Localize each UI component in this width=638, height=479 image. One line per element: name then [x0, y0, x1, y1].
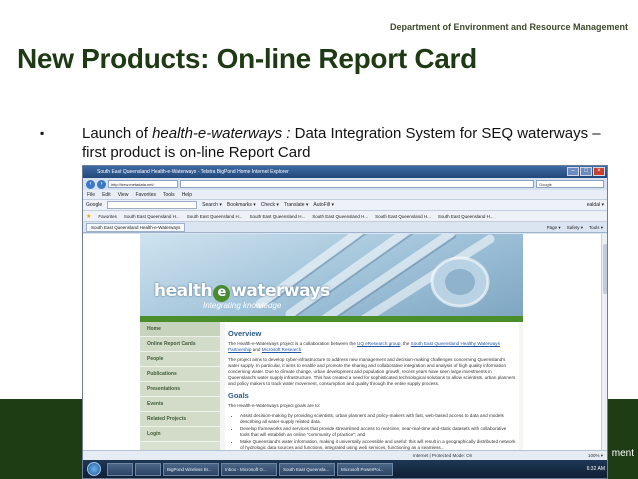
- bookmarks-button[interactable]: Bookmarks ▾: [227, 202, 256, 208]
- menu-file[interactable]: File: [87, 190, 95, 199]
- menu-edit[interactable]: Edit: [102, 190, 111, 199]
- slide-title: New Products: On-line Report Card: [17, 43, 477, 74]
- safety-menu-button[interactable]: Safety ▾: [567, 222, 583, 233]
- check-button[interactable]: Check ▾: [261, 202, 279, 208]
- menu-favorites[interactable]: Favorites: [135, 190, 156, 199]
- bullet-text-pre: Launch of: [82, 125, 153, 142]
- taskbar-item[interactable]: Microsoft PowerPoi...: [337, 462, 393, 476]
- goals-heading: Goals: [228, 391, 249, 400]
- system-clock[interactable]: 6:32 AM: [587, 460, 605, 478]
- tab-bar: South East Queensland Health-e-Waterways…: [83, 222, 607, 233]
- url-field[interactable]: http://hew.metadata.net/: [108, 180, 178, 188]
- address-field-area[interactable]: [180, 180, 534, 188]
- favorite-link[interactable]: South East Queensland H...: [187, 214, 243, 219]
- tab-active[interactable]: South East Queensland Health-e-Waterways: [86, 222, 186, 232]
- nav-item-home[interactable]: Home: [140, 322, 220, 337]
- page-viewport: health e waterways Integrating knowledge H…: [83, 234, 607, 478]
- favorites-button[interactable]: Favorites: [98, 214, 117, 219]
- footer-text: ment: [611, 448, 634, 459]
- website: health e waterways Integrating knowledge H…: [140, 234, 523, 478]
- site-logo[interactable]: health e waterways: [154, 281, 330, 302]
- nav-item-events[interactable]: Events: [140, 397, 220, 412]
- back-icon[interactable]: ‹: [86, 179, 95, 189]
- favorite-link[interactable]: South East Queensland H...: [250, 214, 306, 219]
- quicklaunch-item[interactable]: [135, 462, 161, 476]
- logo-e-icon: e: [213, 285, 231, 302]
- forward-icon[interactable]: ›: [97, 179, 106, 189]
- status-bar: Internet | Protected Mode: On 100% ▾: [83, 450, 607, 460]
- link-uq-eresearch[interactable]: UQ eResearch group: [357, 341, 400, 346]
- favorites-star-icon[interactable]: ★: [86, 213, 91, 220]
- autofill-button[interactable]: AutoFill ▾: [313, 202, 334, 208]
- overview-text: , the: [400, 341, 411, 346]
- overview-paragraph-1: The Health-e-Waterways project is a coll…: [228, 341, 516, 353]
- taskbar: BigPond Wireless Br... Inbox - Microsoft…: [83, 460, 607, 478]
- logo-text-health: health: [154, 281, 213, 301]
- department-name: Department of Environment and Resource M…: [389, 22, 628, 32]
- bullet-icon: ▪: [40, 126, 45, 140]
- scrollbar-thumb[interactable]: [603, 244, 607, 294]
- goal-item: Assist decision-making by providing scie…: [240, 413, 516, 425]
- menu-tools[interactable]: Tools: [163, 190, 175, 199]
- bullet-text: Launch of health-e-waterways : Data Inte…: [82, 124, 602, 162]
- goals-list: Assist decision-making by providing scie…: [228, 413, 516, 451]
- menu-help[interactable]: Help: [182, 190, 192, 199]
- nav-item-presentations[interactable]: Presentations: [140, 382, 220, 397]
- browser-screenshot: South East Queensland Health-e-Waterways…: [82, 165, 608, 479]
- bullet-text-italic: health-e-waterways :: [152, 125, 295, 142]
- favorite-link[interactable]: South East Queensland H...: [312, 214, 368, 219]
- minimize-icon[interactable]: –: [567, 167, 579, 176]
- nav-item-online-report-cards[interactable]: Online Report Cards: [140, 337, 220, 352]
- nav-item-publications[interactable]: Publications: [140, 367, 220, 382]
- start-button-icon[interactable]: [87, 462, 101, 476]
- overview-text: and: [251, 347, 262, 352]
- link-microsoft-research[interactable]: Microsoft Research: [262, 347, 302, 352]
- overview-paragraph-2: The project aims to develop cyber-infras…: [228, 357, 516, 386]
- goals-intro: The Health-e-Waterways project goals are…: [228, 403, 321, 408]
- overview-heading: Overview: [228, 329, 262, 338]
- translate-button[interactable]: Translate ▾: [284, 202, 309, 208]
- taskbar-item[interactable]: South East Queensla...: [279, 462, 335, 476]
- site-banner: health e waterways Integrating knowledge: [140, 234, 523, 316]
- close-icon[interactable]: ×: [593, 167, 605, 176]
- address-bar: ‹ › http://hew.metadata.net/ Google: [83, 178, 607, 190]
- google-search-input[interactable]: [107, 201, 198, 209]
- logo-text-waterways: waterways: [231, 281, 330, 301]
- tools-menu-button[interactable]: Tools ▾: [589, 222, 603, 233]
- overview-text: The Health-e-Waterways project is a coll…: [228, 341, 358, 346]
- maximize-icon[interactable]: □: [580, 167, 592, 176]
- google-search-button[interactable]: Search ▾: [202, 202, 222, 208]
- page-menu-button[interactable]: Page ▾: [547, 222, 561, 233]
- window-title: South East Queensland Health-e-Waterways…: [97, 169, 289, 175]
- overview-text: .: [301, 347, 303, 352]
- google-label: Google: [86, 202, 103, 208]
- favorite-link[interactable]: South East Queensland H...: [375, 214, 431, 219]
- window-titlebar: South East Queensland Health-e-Waterways…: [83, 166, 607, 178]
- quicklaunch-item[interactable]: [107, 462, 133, 476]
- goal-item: Develop frameworks and services that pro…: [240, 426, 516, 438]
- menu-view[interactable]: View: [118, 190, 129, 199]
- nav-item-people[interactable]: People: [140, 352, 220, 367]
- site-tagline: Integrating knowledge: [203, 301, 282, 310]
- search-input[interactable]: Google: [536, 180, 604, 188]
- nav-item-login[interactable]: Login: [140, 427, 220, 442]
- menu-bar: File Edit View Favorites Tools Help: [83, 190, 607, 200]
- taskbar-item[interactable]: Inbox - Microsoft O...: [221, 462, 277, 476]
- favorite-link[interactable]: South East Queensland H...: [124, 214, 180, 219]
- vertical-scrollbar[interactable]: [601, 234, 607, 478]
- water-pipes-image: [255, 234, 495, 316]
- favorite-link[interactable]: South East Queensland H...: [438, 214, 494, 219]
- nav-item-related-projects[interactable]: Related Projects: [140, 412, 220, 427]
- taskbar-item[interactable]: BigPond Wireless Br...: [163, 462, 219, 476]
- favorites-bar: ★ Favorites South East Queensland H... S…: [83, 211, 607, 222]
- user-account[interactable]: ealdal ▾: [587, 202, 604, 208]
- google-toolbar: Google Search ▾ Bookmarks ▾ Check ▾ Tran…: [83, 200, 607, 211]
